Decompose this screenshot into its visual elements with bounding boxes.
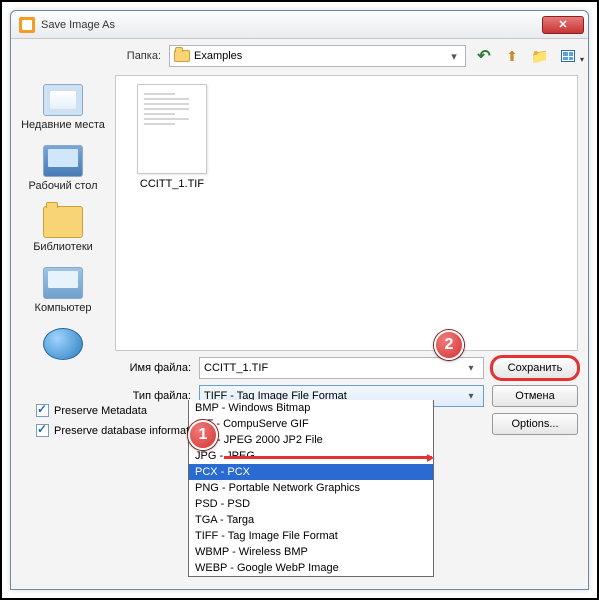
checkbox-icon xyxy=(36,404,49,417)
file-list-pane[interactable]: CCITT_1.TIF xyxy=(115,75,578,351)
filename-input[interactable]: CCITT_1.TIF ▾ xyxy=(199,357,484,379)
filetype-option[interactable]: WEBP - Google WebP Image xyxy=(189,560,433,576)
folder-row: Папка: Examples ▾ ↶ ⬆ 📁 ▾ xyxy=(11,39,588,73)
libraries-icon xyxy=(43,206,83,238)
folder-name: Examples xyxy=(194,50,443,62)
checkbox-icon xyxy=(36,424,49,437)
filetype-option[interactable]: GIF - CompuServe GIF xyxy=(189,416,433,432)
preserve-db-checkbox[interactable]: Preserve database information xyxy=(36,424,204,437)
view-menu-button[interactable]: ▾ xyxy=(558,46,578,66)
file-name-label: CCITT_1.TIF xyxy=(124,178,220,190)
filetype-option[interactable]: PSD - PSD xyxy=(189,496,433,512)
recent-places-icon xyxy=(43,84,83,116)
sidebar-item-desktop[interactable]: Рабочий стол xyxy=(16,140,110,197)
sidebar-item-network[interactable] xyxy=(16,323,110,368)
filename-label: Имя файла: xyxy=(115,362,191,374)
places-sidebar: Недавние места Рабочий стол Библиотеки К… xyxy=(11,73,115,353)
filetype-dropdown-list[interactable]: BMP - Windows BitmapGIF - CompuServe GIF… xyxy=(188,400,434,577)
sidebar-item-recent[interactable]: Недавние места xyxy=(16,79,110,136)
annotation-arrow xyxy=(224,456,432,459)
up-folder-button[interactable]: ⬆ xyxy=(502,46,522,66)
filetype-option[interactable]: TIFF - Tag Image File Format xyxy=(189,528,433,544)
close-button[interactable]: ✕ xyxy=(542,16,584,34)
sidebar-item-computer[interactable]: Компьютер xyxy=(16,262,110,319)
folder-icon xyxy=(174,50,190,62)
filetype-label: Тип файла: xyxy=(115,390,191,402)
computer-icon xyxy=(43,267,83,299)
back-button[interactable]: ↶ xyxy=(474,46,494,66)
filetype-option[interactable]: BMP - Windows Bitmap xyxy=(189,400,433,416)
annotation-callout-2: 2 xyxy=(434,330,464,360)
chevron-down-icon[interactable]: ▾ xyxy=(463,363,479,374)
filetype-option[interactable]: WBMP - Wireless BMP xyxy=(189,544,433,560)
preserve-metadata-checkbox[interactable]: Preserve Metadata xyxy=(36,404,204,417)
chevron-down-icon: ▾ xyxy=(447,50,461,63)
sidebar-item-libraries[interactable]: Библиотеки xyxy=(16,201,110,258)
save-button[interactable]: Сохранить xyxy=(492,357,578,379)
network-icon xyxy=(43,328,83,360)
window-title: Save Image As xyxy=(41,19,542,31)
filetype-option[interactable]: PNG - Portable Network Graphics xyxy=(189,480,433,496)
filetype-option[interactable]: TGA - Targa xyxy=(189,512,433,528)
filetype-option[interactable]: JP2 - JPEG 2000 JP2 File xyxy=(189,432,433,448)
titlebar[interactable]: Save Image As ✕ xyxy=(11,11,588,39)
folder-label: Папка: xyxy=(111,50,161,62)
chevron-down-icon[interactable]: ▾ xyxy=(463,391,479,402)
cancel-button[interactable]: Отмена xyxy=(492,385,578,407)
filetype-option[interactable]: PCX - PCX xyxy=(189,464,433,480)
options-button[interactable]: Options... xyxy=(492,413,578,435)
new-folder-button[interactable]: 📁 xyxy=(530,46,550,66)
desktop-icon xyxy=(43,145,83,177)
file-thumbnail[interactable]: CCITT_1.TIF xyxy=(124,84,220,190)
folder-select[interactable]: Examples ▾ xyxy=(169,45,466,67)
document-icon xyxy=(137,84,207,174)
app-icon xyxy=(19,17,35,33)
annotation-callout-1: 1 xyxy=(188,420,218,450)
